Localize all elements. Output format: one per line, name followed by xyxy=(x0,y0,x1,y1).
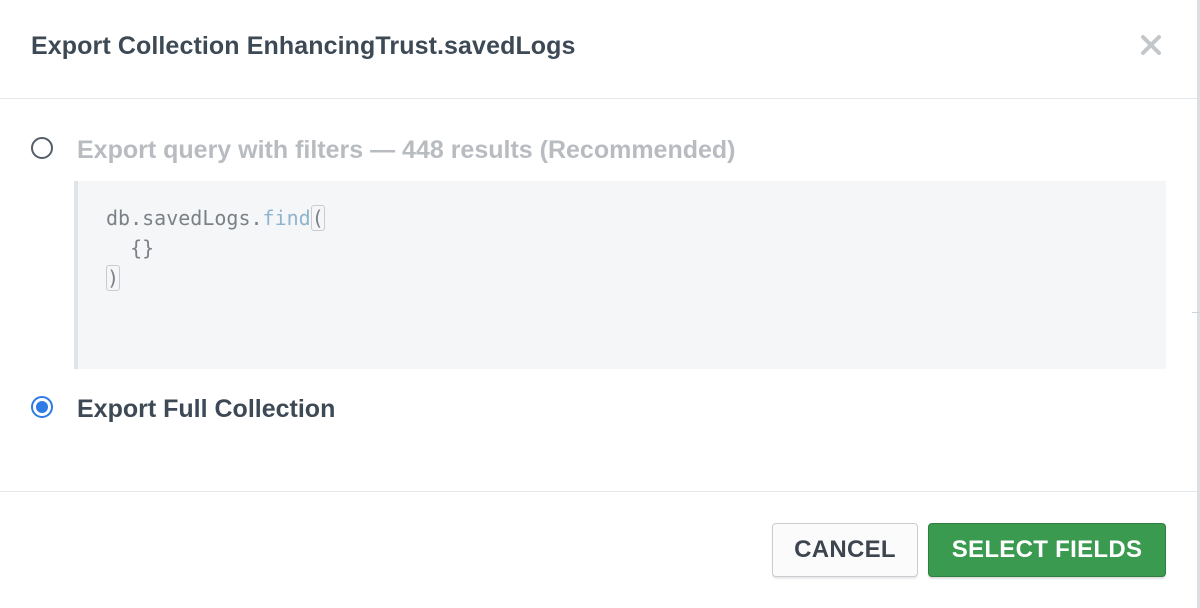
query-code: db.savedLogs.find( {} ) xyxy=(106,203,325,293)
export-collection-dialog: Export Collection EnhancingTrust.savedLo… xyxy=(0,0,1200,608)
query-argument: {} xyxy=(130,236,155,260)
export-options: Export query with filters — 448 results … xyxy=(0,99,1197,491)
query-open-paren: ( xyxy=(310,205,325,231)
select-fields-button[interactable]: SELECT FIELDS xyxy=(928,523,1166,577)
query-function: find xyxy=(262,206,311,230)
radio-export-query[interactable] xyxy=(31,137,53,159)
dialog-footer: CANCEL SELECT FIELDS xyxy=(0,491,1197,608)
close-icon[interactable] xyxy=(1138,32,1164,58)
radio-export-full-collection[interactable] xyxy=(31,396,53,418)
dialog-header: Export Collection EnhancingTrust.savedLo… xyxy=(0,0,1197,99)
query-preview: db.savedLogs.find( {} ) xyxy=(74,181,1166,369)
cancel-button[interactable]: CANCEL xyxy=(772,523,918,577)
query-close-paren: ) xyxy=(106,265,121,291)
option-label-export-query[interactable]: Export query with filters — 448 results … xyxy=(77,136,736,165)
option-label-export-full-collection[interactable]: Export Full Collection xyxy=(77,395,335,424)
query-prefix: db.savedLogs. xyxy=(106,206,263,230)
dialog-title: Export Collection EnhancingTrust.savedLo… xyxy=(31,32,576,60)
